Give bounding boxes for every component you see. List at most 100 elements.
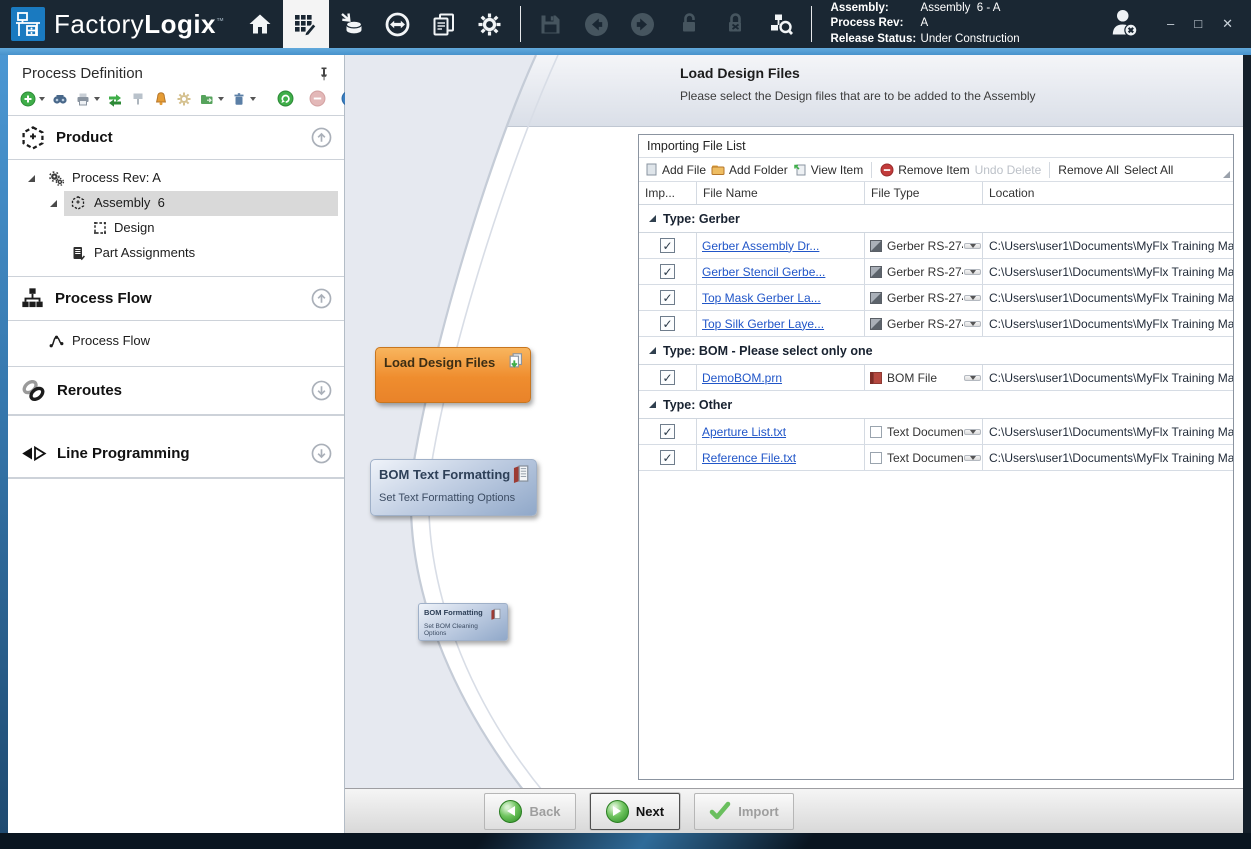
remove-button[interactable] <box>309 90 326 107</box>
view-item-button[interactable]: View Item <box>793 163 863 177</box>
data-import-button[interactable] <box>329 0 375 48</box>
expander-icon[interactable] <box>28 175 35 182</box>
column-file-name[interactable]: File Name <box>697 182 865 204</box>
delete-button[interactable] <box>231 91 256 107</box>
assembly-value: Assembly 6 - A <box>921 1 1020 17</box>
maximize-button[interactable]: □ <box>1194 16 1202 32</box>
export-button[interactable] <box>199 91 224 107</box>
group-expander-icon[interactable] <box>649 215 656 222</box>
tree-item-assembly[interactable]: Assembly 6 <box>8 191 344 216</box>
import-checkbox[interactable]: ✓ <box>660 424 675 439</box>
undo-delete-button[interactable]: Undo Delete <box>975 163 1042 177</box>
section-header-process-flow[interactable]: Process Flow <box>8 277 344 321</box>
add-button[interactable] <box>20 91 45 107</box>
import-checkbox[interactable]: ✓ <box>660 316 675 331</box>
section-header-line-programming[interactable]: Line Programming <box>8 430 344 478</box>
minimize-button[interactable]: – <box>1167 16 1174 32</box>
group-expander-icon[interactable] <box>649 347 656 354</box>
navigate-forward-button[interactable] <box>620 0 666 48</box>
documents-button[interactable] <box>421 0 467 48</box>
file-type-dropdown[interactable] <box>964 429 981 435</box>
column-headers: Imp... File Name File Type Location <box>639 182 1233 205</box>
toolbar-gripper-icon[interactable] <box>1223 171 1230 178</box>
file-list-toolbar: Add File Add Folder View Item Remove Ite… <box>639 158 1233 182</box>
group-expander-icon[interactable] <box>649 401 656 408</box>
circle-up-arrow-icon[interactable] <box>311 288 332 309</box>
file-name-link[interactable]: Gerber Assembly Dr... <box>697 239 819 253</box>
save-button[interactable] <box>528 0 574 48</box>
import-checkbox[interactable]: ✓ <box>660 238 675 253</box>
alerts-button[interactable] <box>153 91 169 107</box>
node-bom-formatting[interactable]: BOM Formatting Set BOM Cleaning Options <box>418 603 508 641</box>
sync-button[interactable] <box>375 0 421 48</box>
logout-user-button[interactable] <box>1107 7 1141 42</box>
lock-cancel-button[interactable] <box>712 0 758 48</box>
file-type-dropdown[interactable] <box>964 295 981 301</box>
unlock-button[interactable] <box>666 0 712 48</box>
file-name-link[interactable]: Top Silk Gerber Laye... <box>697 317 824 331</box>
group-header-bom[interactable]: Type: BOM - Please select only one <box>639 337 1233 365</box>
publish-button[interactable] <box>130 91 146 107</box>
refresh-button[interactable] <box>277 90 294 107</box>
remove-all-button[interactable]: Remove All <box>1058 163 1119 177</box>
section-header-product[interactable]: Product <box>8 116 344 160</box>
file-name-link[interactable]: DemoBOM.prn <box>697 371 782 385</box>
add-file-button[interactable]: Add File <box>645 163 706 177</box>
next-button[interactable]: Next <box>590 793 680 830</box>
tree-item-process-flow[interactable]: Process Flow <box>8 329 344 354</box>
file-name-link[interactable]: Gerber Stencil Gerbe... <box>697 265 825 279</box>
file-type-dropdown[interactable] <box>964 321 981 327</box>
tree-item-design[interactable]: Design <box>8 216 344 241</box>
logout-user-icon <box>1107 7 1141 37</box>
circle-down-arrow-icon[interactable] <box>311 380 332 401</box>
import-button[interactable]: Import <box>694 793 794 830</box>
import-checkbox[interactable]: ✓ <box>660 264 675 279</box>
group-header-other[interactable]: Type: Other <box>639 391 1233 419</box>
sidebar-title: Process Definition <box>22 65 143 82</box>
home-button[interactable] <box>237 0 283 48</box>
print-button[interactable] <box>75 91 100 107</box>
titlebar-separator <box>811 6 812 42</box>
section-label: Product <box>56 129 311 146</box>
file-type-dropdown[interactable] <box>964 243 981 249</box>
gerber-file-icon <box>870 318 882 330</box>
section-line-programming: Line Programming <box>8 430 344 479</box>
remove-item-button[interactable]: Remove Item <box>880 163 969 177</box>
tree-item-part-assignments[interactable]: Part Assignments <box>8 241 344 266</box>
circle-down-arrow-icon[interactable] <box>311 443 332 464</box>
file-type-dropdown[interactable] <box>964 375 981 381</box>
navigate-back-button[interactable] <box>574 0 620 48</box>
file-type-dropdown[interactable] <box>964 455 981 461</box>
file-name-link[interactable]: Top Mask Gerber La... <box>697 291 821 305</box>
file-type-dropdown[interactable] <box>964 269 981 275</box>
node-load-design-files[interactable]: Load Design Files <box>375 347 531 403</box>
column-import[interactable]: Imp... <box>639 182 697 204</box>
import-checkbox[interactable]: ✓ <box>660 290 675 305</box>
circle-up-arrow-icon[interactable] <box>311 127 332 148</box>
add-folder-button[interactable]: Add Folder <box>711 163 788 177</box>
flow-search-button[interactable] <box>758 0 804 48</box>
select-all-button[interactable]: Select All <box>1124 163 1173 177</box>
find-button[interactable] <box>52 91 68 107</box>
column-location[interactable]: Location <box>983 182 1233 204</box>
close-button[interactable]: ✕ <box>1222 16 1233 32</box>
section-header-reroutes[interactable]: Reroutes <box>8 367 344 415</box>
import-checkbox[interactable]: ✓ <box>660 370 675 385</box>
pin-icon[interactable] <box>316 66 332 82</box>
group-header-gerber[interactable]: Type: Gerber <box>639 205 1233 233</box>
tree-item-process-rev[interactable]: Process Rev: A <box>8 166 344 191</box>
expander-icon[interactable] <box>50 200 57 207</box>
options-button[interactable] <box>176 91 192 107</box>
import-checkbox[interactable]: ✓ <box>660 450 675 465</box>
file-name-link[interactable]: Reference File.txt <box>697 451 796 465</box>
node-bom-text-formatting[interactable]: BOM Text Formatting Set Text Formatting … <box>370 459 537 516</box>
file-name-link[interactable]: Aperture List.txt <box>697 425 786 439</box>
column-file-type[interactable]: File Type <box>865 182 983 204</box>
compare-button[interactable] <box>107 91 123 107</box>
process-definition-button[interactable] <box>283 0 329 48</box>
titlebar: FactoryLogix™ <box>0 0 1251 48</box>
publish-icon <box>130 91 146 107</box>
import-check-icon <box>709 801 731 821</box>
settings-button[interactable] <box>467 0 513 48</box>
back-button[interactable]: Back <box>484 793 576 830</box>
